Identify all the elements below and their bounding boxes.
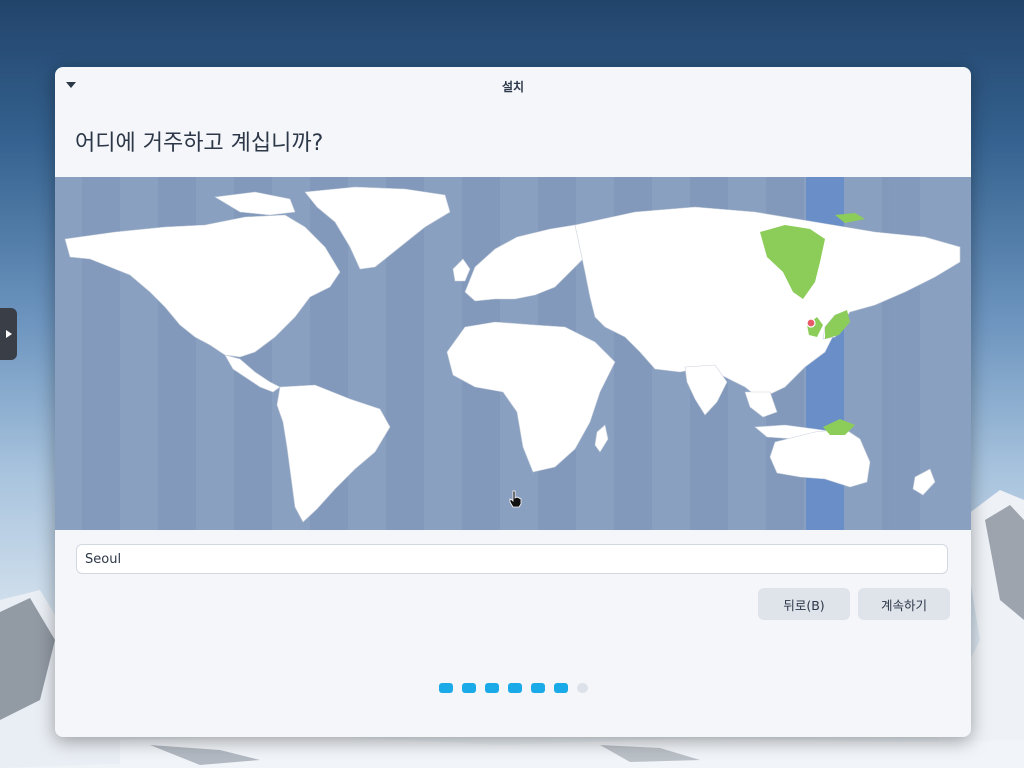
side-panel-toggle[interactable]	[0, 308, 17, 360]
step-dot-5	[530, 683, 545, 693]
step-dot-4	[507, 683, 522, 693]
step-dot-1	[438, 683, 453, 693]
location-search-input[interactable]	[76, 544, 948, 574]
step-dot-2	[461, 683, 476, 693]
installer-window: 설치 어디에 거주하고 계십니까? Seoul 뒤로(B) 계속하기	[55, 67, 971, 737]
timezone-map[interactable]	[55, 177, 971, 530]
step-dot-6	[553, 683, 568, 693]
back-button[interactable]: 뒤로(B)	[758, 588, 850, 620]
step-dot-3	[484, 683, 499, 693]
play-icon	[5, 330, 12, 338]
location-pin-icon	[806, 318, 816, 328]
step-dot-7	[576, 683, 588, 693]
page-title: 어디에 거주하고 계십니까?	[75, 131, 324, 156]
continue-button[interactable]: 계속하기	[858, 588, 950, 620]
titlebar: 설치	[55, 67, 971, 105]
window-title: 설치	[501, 80, 525, 94]
step-indicator	[55, 683, 971, 693]
hand-cursor-icon	[509, 490, 522, 508]
